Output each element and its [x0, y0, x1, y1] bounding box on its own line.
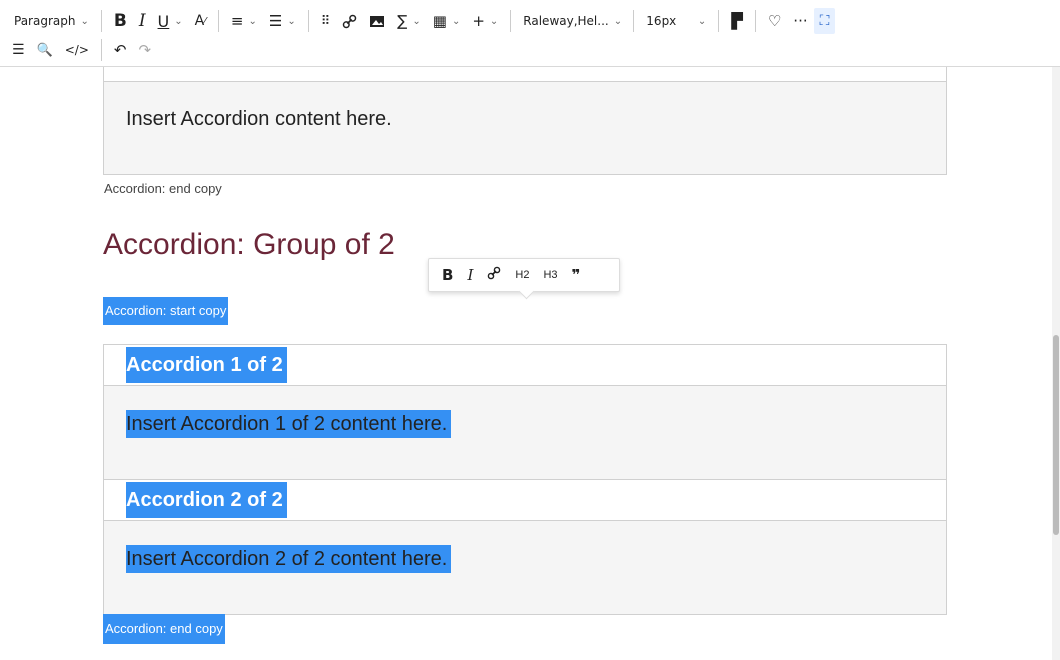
- table-icon: ▦: [432, 12, 447, 30]
- chevron-down-icon: ⌄: [489, 15, 499, 27]
- accordion-content-first[interactable]: Insert Accordion content here.: [126, 108, 392, 131]
- undo-icon[interactable]: ↶: [108, 37, 133, 63]
- italic-button[interactable]: I: [133, 8, 152, 34]
- accordion-header-1[interactable]: Accordion 1 of 2: [104, 345, 946, 386]
- block-format-dropdown[interactable]: Paragraph ⌄: [8, 8, 95, 34]
- start-copy-label[interactable]: Accordion: start copy: [103, 297, 229, 325]
- chevron-down-icon: ⌄: [412, 15, 421, 27]
- text-color-icon[interactable]: A ⁄: [189, 8, 212, 34]
- divider: [307, 10, 309, 32]
- find-replace-icon[interactable]: 🔍: [31, 37, 59, 63]
- fullscreen-icon[interactable]: ⛶: [813, 8, 836, 34]
- chevron-down-icon: ⌄: [613, 15, 623, 27]
- accordion-group: Accordion 1 of 2 Insert Accordion 1 of 2…: [103, 344, 947, 615]
- source-code-icon[interactable]: </>: [59, 37, 95, 63]
- accordion-content-2[interactable]: Insert Accordion 2 of 2 content here.: [126, 545, 452, 573]
- end-copy-label[interactable]: Accordion: end copy: [104, 181, 222, 196]
- font-size-label: 16px: [646, 14, 677, 28]
- image-icon[interactable]: [363, 8, 391, 34]
- link-icon[interactable]: [336, 8, 363, 34]
- popup-link-icon[interactable]: [480, 266, 508, 284]
- divider: [754, 10, 756, 32]
- underline-label: U: [157, 11, 170, 31]
- section-heading[interactable]: Accordion: Group of 2: [103, 228, 395, 262]
- formula-dropdown[interactable]: ∑ ⌄: [391, 8, 427, 34]
- divider: [100, 39, 102, 61]
- accordion-body-1[interactable]: Insert Accordion 1 of 2 content here.: [104, 386, 946, 480]
- accordion-title-1[interactable]: Accordion 1 of 2: [126, 347, 287, 383]
- accordion-body-2[interactable]: Insert Accordion 2 of 2 content here.: [104, 521, 946, 614]
- plus-icon: +: [472, 12, 485, 30]
- media-icon[interactable]: ⠿: [315, 8, 337, 34]
- popup-h3-button[interactable]: H3: [536, 269, 564, 281]
- editor-toolbar: Paragraph ⌄ B I U ⌄ A ⁄ ≡ ⌄ ☰ ⌄ ⠿ ∑ ⌄ ▦ ⌄ + ⌄ Ra…: [0, 0, 1060, 67]
- divider: [510, 10, 512, 32]
- chevron-down-icon: ⌄: [697, 15, 707, 27]
- accordion-content-1[interactable]: Insert Accordion 1 of 2 content here.: [126, 410, 452, 438]
- scrollbar-thumb[interactable]: [1053, 335, 1059, 535]
- accordion-header-2[interactable]: Accordion 2 of 2: [104, 480, 946, 521]
- list-dropdown[interactable]: ☰ ⌄: [263, 8, 302, 34]
- font-size-dropdown[interactable]: 16px ⌄: [640, 8, 712, 34]
- align-left-icon: ≡: [230, 12, 244, 30]
- more-button[interactable]: ···: [787, 8, 813, 34]
- chevron-down-icon: ⌄: [174, 15, 183, 27]
- font-family-label: Raleway,Hel...: [523, 14, 609, 28]
- divider: [633, 10, 635, 32]
- list-icon: ☰: [268, 12, 283, 30]
- format-painter-icon[interactable]: ▛: [725, 8, 749, 34]
- divider: [718, 10, 720, 32]
- insert-dropdown[interactable]: + ⌄: [466, 8, 504, 34]
- block-format-label: Paragraph: [14, 14, 76, 28]
- inline-format-popup: B I H2 H3 ❞: [428, 258, 620, 292]
- chevron-down-icon: ⌄: [80, 15, 89, 27]
- chevron-down-icon: ⌄: [451, 15, 461, 27]
- bold-button[interactable]: B: [108, 8, 133, 34]
- toolbar-row-1: Paragraph ⌄ B I U ⌄ A ⁄ ≡ ⌄ ☰ ⌄ ⠿ ∑ ⌄ ▦ ⌄ + ⌄ Ra…: [8, 7, 836, 35]
- divider: [217, 10, 219, 32]
- spellcheck-icon[interactable]: ♡: [762, 8, 787, 34]
- editor-content[interactable]: Accordion Title Insert Accordion content…: [0, 0, 1050, 660]
- redo-icon[interactable]: ↷: [132, 37, 157, 63]
- divider: [100, 10, 102, 32]
- paragraph-spacing-icon[interactable]: ☰: [6, 37, 31, 63]
- underline-dropdown[interactable]: U ⌄: [152, 8, 189, 34]
- chevron-down-icon: ⌄: [287, 15, 296, 27]
- chevron-down-icon: ⌄: [248, 15, 257, 27]
- align-dropdown[interactable]: ≡ ⌄: [225, 8, 263, 34]
- popup-bold-button[interactable]: B: [435, 266, 460, 284]
- end-copy-label-selected[interactable]: Accordion: end copy: [103, 614, 225, 644]
- scrollbar[interactable]: [1052, 67, 1060, 660]
- sigma-icon: ∑: [397, 12, 408, 30]
- popup-quote-button[interactable]: ❞: [565, 266, 588, 284]
- popup-h2-button[interactable]: H2: [508, 269, 536, 281]
- accordion-title-2[interactable]: Accordion 2 of 2: [126, 482, 287, 518]
- accordion-body-first[interactable]: Insert Accordion content here.: [104, 82, 946, 174]
- table-dropdown[interactable]: ▦ ⌄: [427, 8, 467, 34]
- font-family-dropdown[interactable]: Raleway,Hel... ⌄: [517, 8, 627, 34]
- toolbar-row-2: ☰ 🔍 </> ↶ ↷: [6, 36, 157, 64]
- popup-italic-button[interactable]: I: [460, 266, 480, 284]
